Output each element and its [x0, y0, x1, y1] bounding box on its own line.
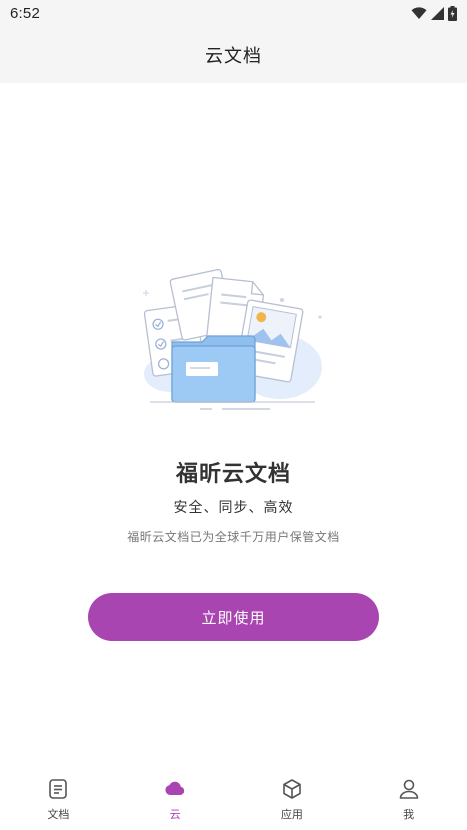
battery-icon [448, 5, 457, 21]
tab-label: 我 [403, 808, 415, 821]
tab-cloud[interactable]: 云 [117, 770, 234, 830]
tab-apps[interactable]: 应用 [234, 770, 351, 830]
status-bar: 6:52 [0, 0, 467, 26]
bottom-tab-bar: 文档 云 应用 我 [0, 770, 467, 830]
hero-description: 福昕云文档已为全球千万用户保管文档 [127, 530, 340, 544]
wifi-icon [411, 6, 427, 19]
status-time: 6:52 [10, 4, 40, 22]
start-using-button[interactable]: 立即使用 [88, 593, 379, 641]
tab-documents[interactable]: 文档 [0, 770, 117, 830]
header: 云文档 [0, 26, 467, 83]
hero-title: 福昕云文档 [175, 462, 291, 487]
status-icons [411, 5, 457, 21]
tab-me[interactable]: 我 [350, 770, 467, 830]
tab-label: 应用 [280, 808, 303, 821]
tab-label: 云 [169, 808, 181, 821]
cloud-icon [165, 781, 185, 795]
hero-subtitle: 安全、同步、高效 [173, 500, 294, 516]
person-icon [399, 779, 418, 799]
page-title: 云文档 [205, 45, 262, 67]
cloud-documents-illustration [143, 268, 322, 410]
cube-icon [283, 779, 301, 799]
document-icon [49, 779, 68, 799]
cellular-signal-icon [431, 6, 444, 20]
tab-label: 文档 [47, 808, 70, 821]
